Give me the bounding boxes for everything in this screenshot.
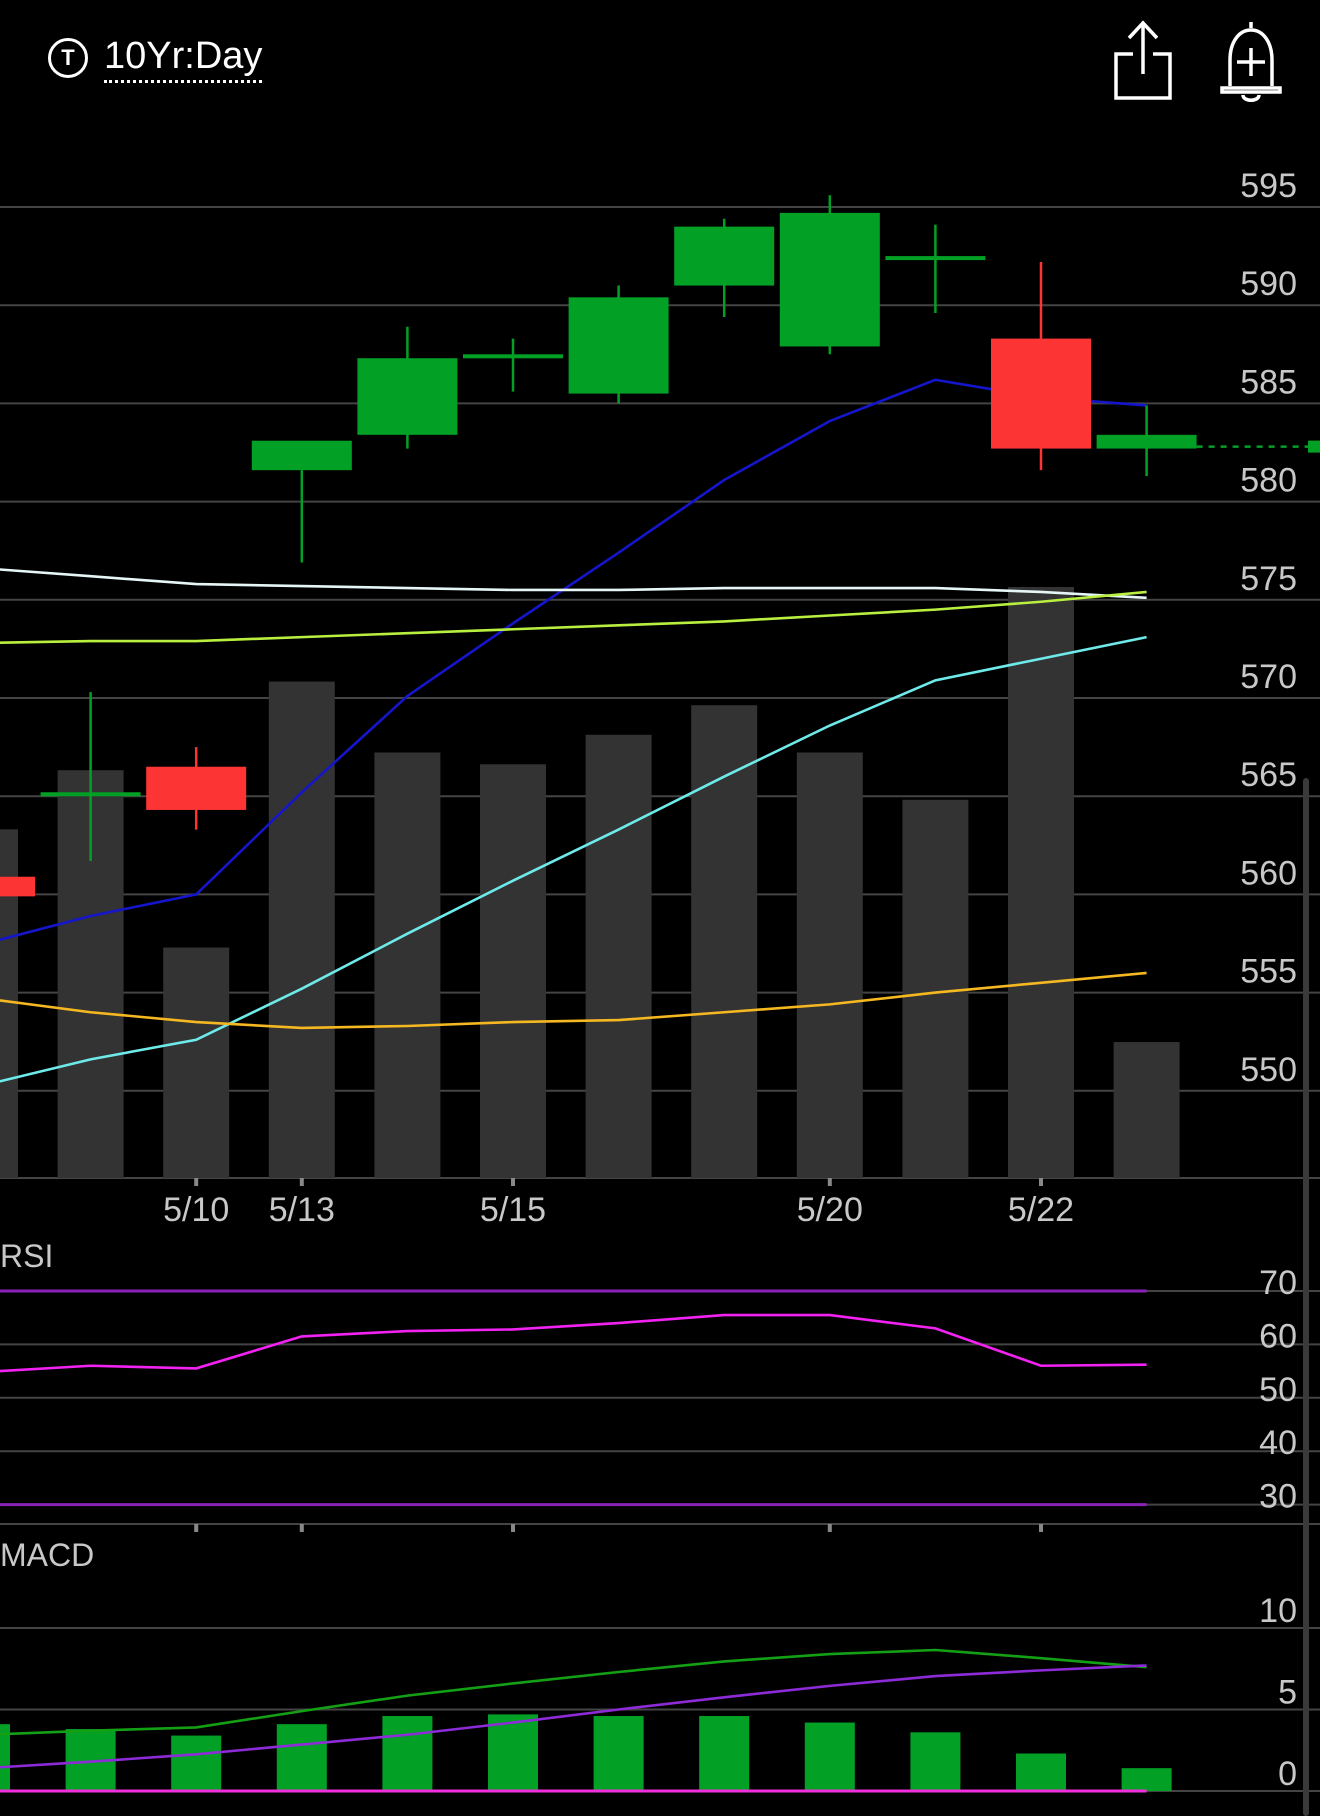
last-price-tag	[1308, 440, 1320, 453]
date-tick-label: 5/13	[269, 1191, 335, 1229]
date-tick-label: 5/10	[163, 1191, 229, 1229]
volume-bar	[374, 752, 441, 1178]
vertical-scrollbar[interactable]	[1303, 778, 1309, 1816]
price-tick-label: 575	[1240, 560, 1297, 598]
macd-histogram-bar	[804, 1722, 855, 1791]
price-tick-label: 585	[1240, 363, 1297, 401]
macd-title: MACD	[0, 1537, 94, 1573]
volume-bar	[796, 752, 863, 1178]
macd-histogram-bar	[382, 1716, 433, 1791]
rsi-tick-label: 40	[1259, 1424, 1297, 1462]
date-axis: 5/10 5/13 5/15 5/20 5/22	[163, 1178, 1074, 1229]
candle-body[interactable]	[885, 256, 986, 261]
date-tick-label: 5/22	[1008, 1191, 1074, 1229]
volume-bar	[268, 681, 335, 1178]
volume-bar	[585, 734, 652, 1178]
macd-histogram-bar	[488, 1714, 538, 1791]
price-tick-label: 555	[1240, 953, 1297, 991]
macd-histogram-bar	[276, 1724, 327, 1791]
macd-tick-label: 0	[1278, 1755, 1297, 1793]
rsi-title: RSI	[0, 1238, 53, 1274]
price-tick-label: 580	[1240, 462, 1297, 500]
candle-body[interactable]	[674, 226, 775, 286]
rsi-line	[0, 1313, 1147, 1373]
volume-bar	[163, 947, 230, 1178]
volume-bar	[902, 799, 969, 1178]
rsi-tick-label: 60	[1259, 1317, 1297, 1355]
macd-histogram-bar	[699, 1716, 750, 1791]
date-tick-label: 5/15	[480, 1191, 546, 1229]
macd-histogram-bar	[1016, 1753, 1066, 1791]
last-price-marker	[1196, 440, 1320, 453]
macd-tick-label: 10	[1259, 1592, 1297, 1630]
candle-body[interactable]	[1096, 434, 1197, 449]
candle-body[interactable]	[40, 792, 141, 797]
volume-bar	[1008, 587, 1074, 1178]
date-tick-label: 5/20	[797, 1191, 863, 1229]
candle-body[interactable]	[991, 338, 1091, 449]
candle-body[interactable]	[568, 297, 669, 394]
volume-bars	[0, 587, 1180, 1178]
macd-tick-label: 5	[1278, 1674, 1297, 1712]
price-tick-label: 570	[1240, 658, 1297, 696]
macd-histogram-bar	[1121, 1768, 1172, 1791]
candle-body[interactable]	[0, 876, 35, 897]
volume-bar	[1113, 1042, 1180, 1178]
macd-histogram-bar	[171, 1735, 222, 1791]
candle-body[interactable]	[463, 354, 563, 359]
macd-histogram-bar	[593, 1716, 644, 1791]
macd-line	[0, 1648, 1147, 1736]
price-tick-label: 550	[1240, 1051, 1297, 1089]
candle-body[interactable]	[251, 440, 352, 471]
price-tick-label: 560	[1240, 854, 1297, 892]
macd-panel: MACD 10 5 0	[0, 1537, 1320, 1793]
rsi-panel: RSI 70 60 50 40 30	[0, 1238, 1320, 1532]
candle-body[interactable]	[357, 358, 458, 435]
price-tick-label: 595	[1240, 167, 1297, 205]
stock-chart[interactable]: 595590585580575570565560555550 5/10 5/13 5…	[0, 0, 1320, 1816]
price-tick-label: 590	[1240, 265, 1297, 303]
volume-bar	[480, 764, 546, 1178]
price-tick-label: 565	[1240, 756, 1297, 794]
candle-body[interactable]	[779, 212, 880, 347]
moving-average-line	[0, 378, 1147, 941]
rsi-tick-label: 70	[1259, 1264, 1297, 1302]
candle-body[interactable]	[146, 766, 247, 810]
rsi-tick-label: 50	[1259, 1371, 1297, 1409]
rsi-tick-label: 30	[1259, 1478, 1297, 1516]
macd-histogram-bar	[910, 1732, 961, 1791]
